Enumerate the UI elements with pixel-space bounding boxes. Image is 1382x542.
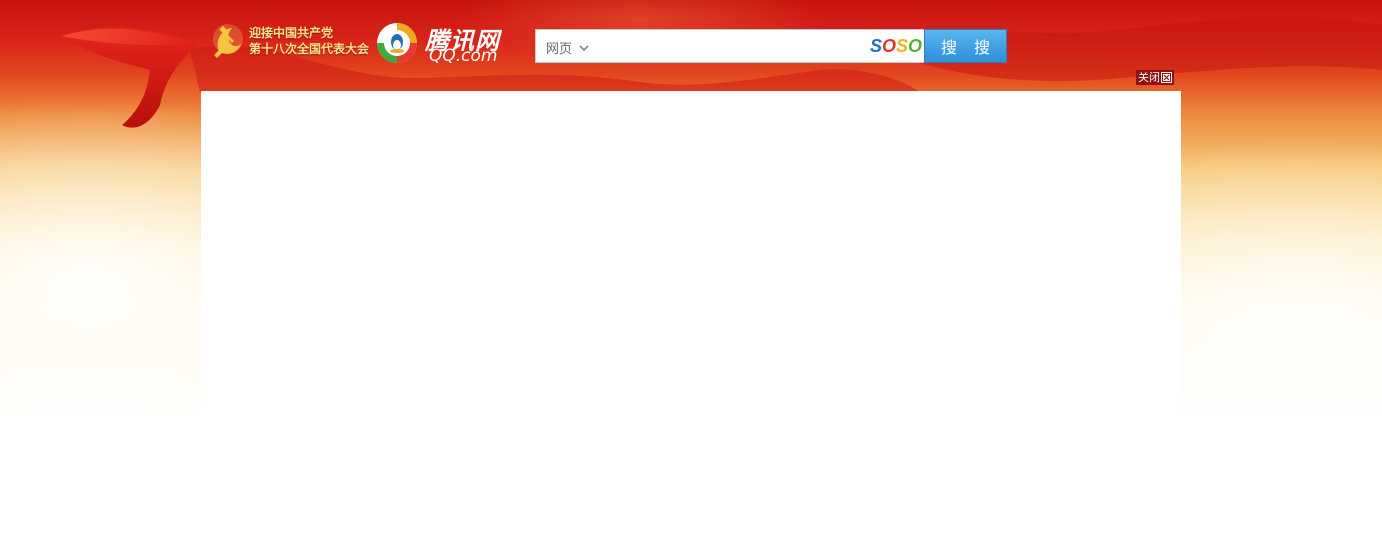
- close-icon: [1161, 72, 1172, 83]
- qq-wordmark: 腾讯网 QQ.com: [423, 21, 511, 66]
- search-box: 网页 SOSO: [535, 29, 925, 63]
- party-banner-text: 迎接中国共产党 第十八次全国代表大会: [249, 25, 369, 57]
- search-bar: 网页 SOSO 搜 搜: [535, 29, 1007, 63]
- search-input[interactable]: [606, 32, 860, 62]
- qq-domain: QQ.com: [429, 46, 498, 66]
- party-congress-banner[interactable]: 迎接中国共产党 第十八次全国代表大会: [210, 20, 369, 62]
- search-scope-dropdown[interactable]: 网页: [546, 38, 589, 57]
- search-button[interactable]: 搜 搜: [924, 29, 1007, 63]
- soso-letter-2: O: [882, 36, 897, 56]
- main-content-panel: [201, 91, 1181, 542]
- top-header: 迎接中国共产党 第十八次全国代表大会 腾讯网 QQ.com 网页 SOSO 搜 …: [0, 0, 1382, 90]
- party-banner-line1: 迎接中国共产党: [249, 26, 334, 40]
- qq-logo[interactable]: 腾讯网 QQ.com: [375, 20, 511, 66]
- hammer-sickle-icon: [213, 24, 243, 58]
- qq-penguin-icon: [377, 23, 417, 63]
- soso-letter-1: S: [870, 36, 883, 56]
- soso-letter-4: O: [908, 36, 923, 56]
- party-banner-line2: 第十八次全国代表大会: [249, 42, 370, 56]
- soso-letter-3: S: [896, 36, 909, 56]
- close-button[interactable]: 关闭: [1136, 70, 1174, 85]
- chevron-down-icon: [579, 44, 589, 51]
- soso-logo: SOSO: [870, 36, 922, 57]
- search-scope-label: 网页: [546, 42, 573, 57]
- close-label: 关闭: [1138, 71, 1160, 84]
